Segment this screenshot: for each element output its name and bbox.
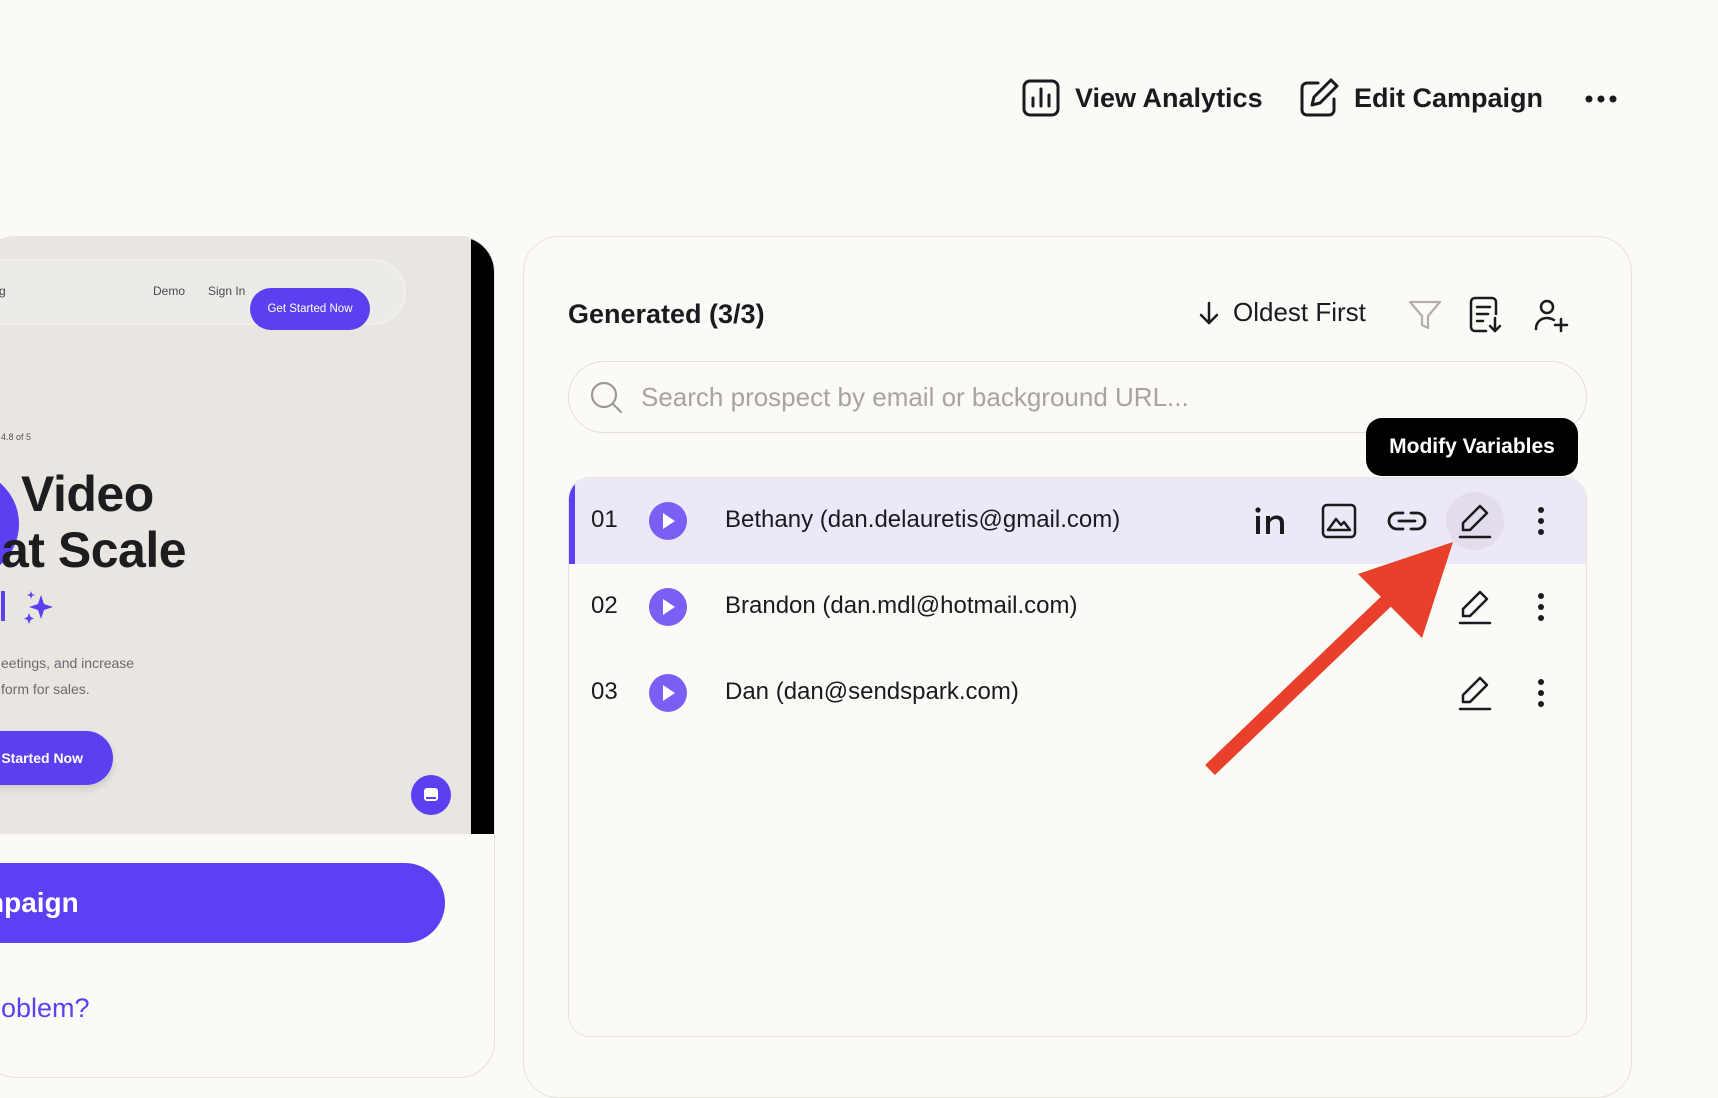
landing-page-preview[interactable]: icing Demo Sign In Get Started Now 4.8 o… <box>0 237 494 834</box>
export-button[interactable] <box>1465 295 1505 335</box>
campaign-button-label: npaign <box>0 887 79 918</box>
preview-nav-link: Sign In <box>208 284 246 298</box>
search-icon <box>589 380 623 414</box>
more-vertical-icon <box>1538 679 1544 707</box>
search-input[interactable] <box>639 380 1586 414</box>
play-icon <box>663 513 675 529</box>
row-more-button[interactable] <box>1519 671 1563 715</box>
sort-button[interactable]: Oldest First <box>1197 297 1366 328</box>
generated-count-title: Generated (3/3) <box>568 299 765 329</box>
sort-label: Oldest First <box>1233 297 1366 327</box>
row-number: 01 <box>591 506 618 533</box>
row-more-button[interactable] <box>1519 585 1563 629</box>
filter-button[interactable] <box>1405 295 1445 335</box>
prospect-name: Dan (dan@sendspark.com) <box>725 678 1019 705</box>
campaign-preview-card: icing Demo Sign In Get Started Now 4.8 o… <box>0 236 495 1078</box>
preview-nav-link: Demo <box>153 284 186 298</box>
annotation-arrow-icon <box>1205 542 1453 776</box>
view-analytics-label: View Analytics <box>1075 82 1263 113</box>
view-analytics-button[interactable]: View Analytics <box>1021 74 1263 122</box>
preview-navbar: icing Demo Sign In Get Started Now <box>0 259 406 330</box>
preview-headline: Video <box>21 466 154 522</box>
linkedin-icon <box>1255 507 1284 534</box>
sparkle-icon <box>1 589 65 629</box>
analytics-chart-icon <box>1021 78 1061 118</box>
add-user-icon <box>1534 299 1569 333</box>
preview-body-text: form for sales. <box>1 681 90 697</box>
arrow-down-icon <box>1197 300 1221 326</box>
play-icon <box>663 685 675 701</box>
preview-rating: 4.8 of 5 <box>1 432 32 442</box>
preview-body-text: eetings, and increase <box>1 655 135 671</box>
preview-nav-link: icing <box>0 284 6 298</box>
preview-get-started-button: t Started Now <box>0 731 113 785</box>
more-options-button[interactable] <box>1584 82 1618 116</box>
row-more-button[interactable] <box>1519 499 1563 543</box>
background-image-button[interactable] <box>1317 499 1361 543</box>
modify-variables-tooltip: Modify Variables <box>1366 418 1578 476</box>
more-vertical-icon <box>1538 593 1544 621</box>
image-icon <box>1321 503 1357 539</box>
preview-edge <box>471 237 494 834</box>
copy-link-button[interactable] <box>1385 499 1429 543</box>
play-video-button[interactable] <box>649 674 687 712</box>
add-prospect-button[interactable] <box>1531 295 1571 335</box>
play-video-button[interactable] <box>649 502 687 540</box>
link-icon <box>1387 511 1427 531</box>
campaign-button[interactable]: npaign <box>0 863 445 943</box>
report-problem-link[interactable]: oblem? <box>1 993 90 1024</box>
play-icon <box>663 599 675 615</box>
more-vertical-icon <box>1538 507 1544 535</box>
prospect-name: Brandon (dan.mdl@hotmail.com) <box>725 592 1078 619</box>
more-horizontal-icon <box>1585 95 1617 103</box>
filter-icon <box>1408 300 1442 330</box>
pencil-icon <box>1458 504 1492 539</box>
edit-campaign-label: Edit Campaign <box>1354 82 1544 113</box>
preview-headline: at Scale <box>1 522 187 578</box>
document-download-icon <box>1469 296 1502 333</box>
linkedin-button[interactable] <box>1249 499 1293 543</box>
chat-bubble-icon <box>411 775 451 815</box>
preview-nav-cta: Get Started Now <box>250 288 370 330</box>
row-number: 02 <box>591 592 618 619</box>
play-video-button[interactable] <box>649 588 687 626</box>
edit-campaign-button[interactable]: Edit Campaign <box>1298 74 1543 122</box>
edit-square-icon <box>1298 77 1340 119</box>
row-number: 03 <box>591 678 618 705</box>
prospect-name: Bethany (dan.delauretis@gmail.com) <box>725 506 1121 533</box>
